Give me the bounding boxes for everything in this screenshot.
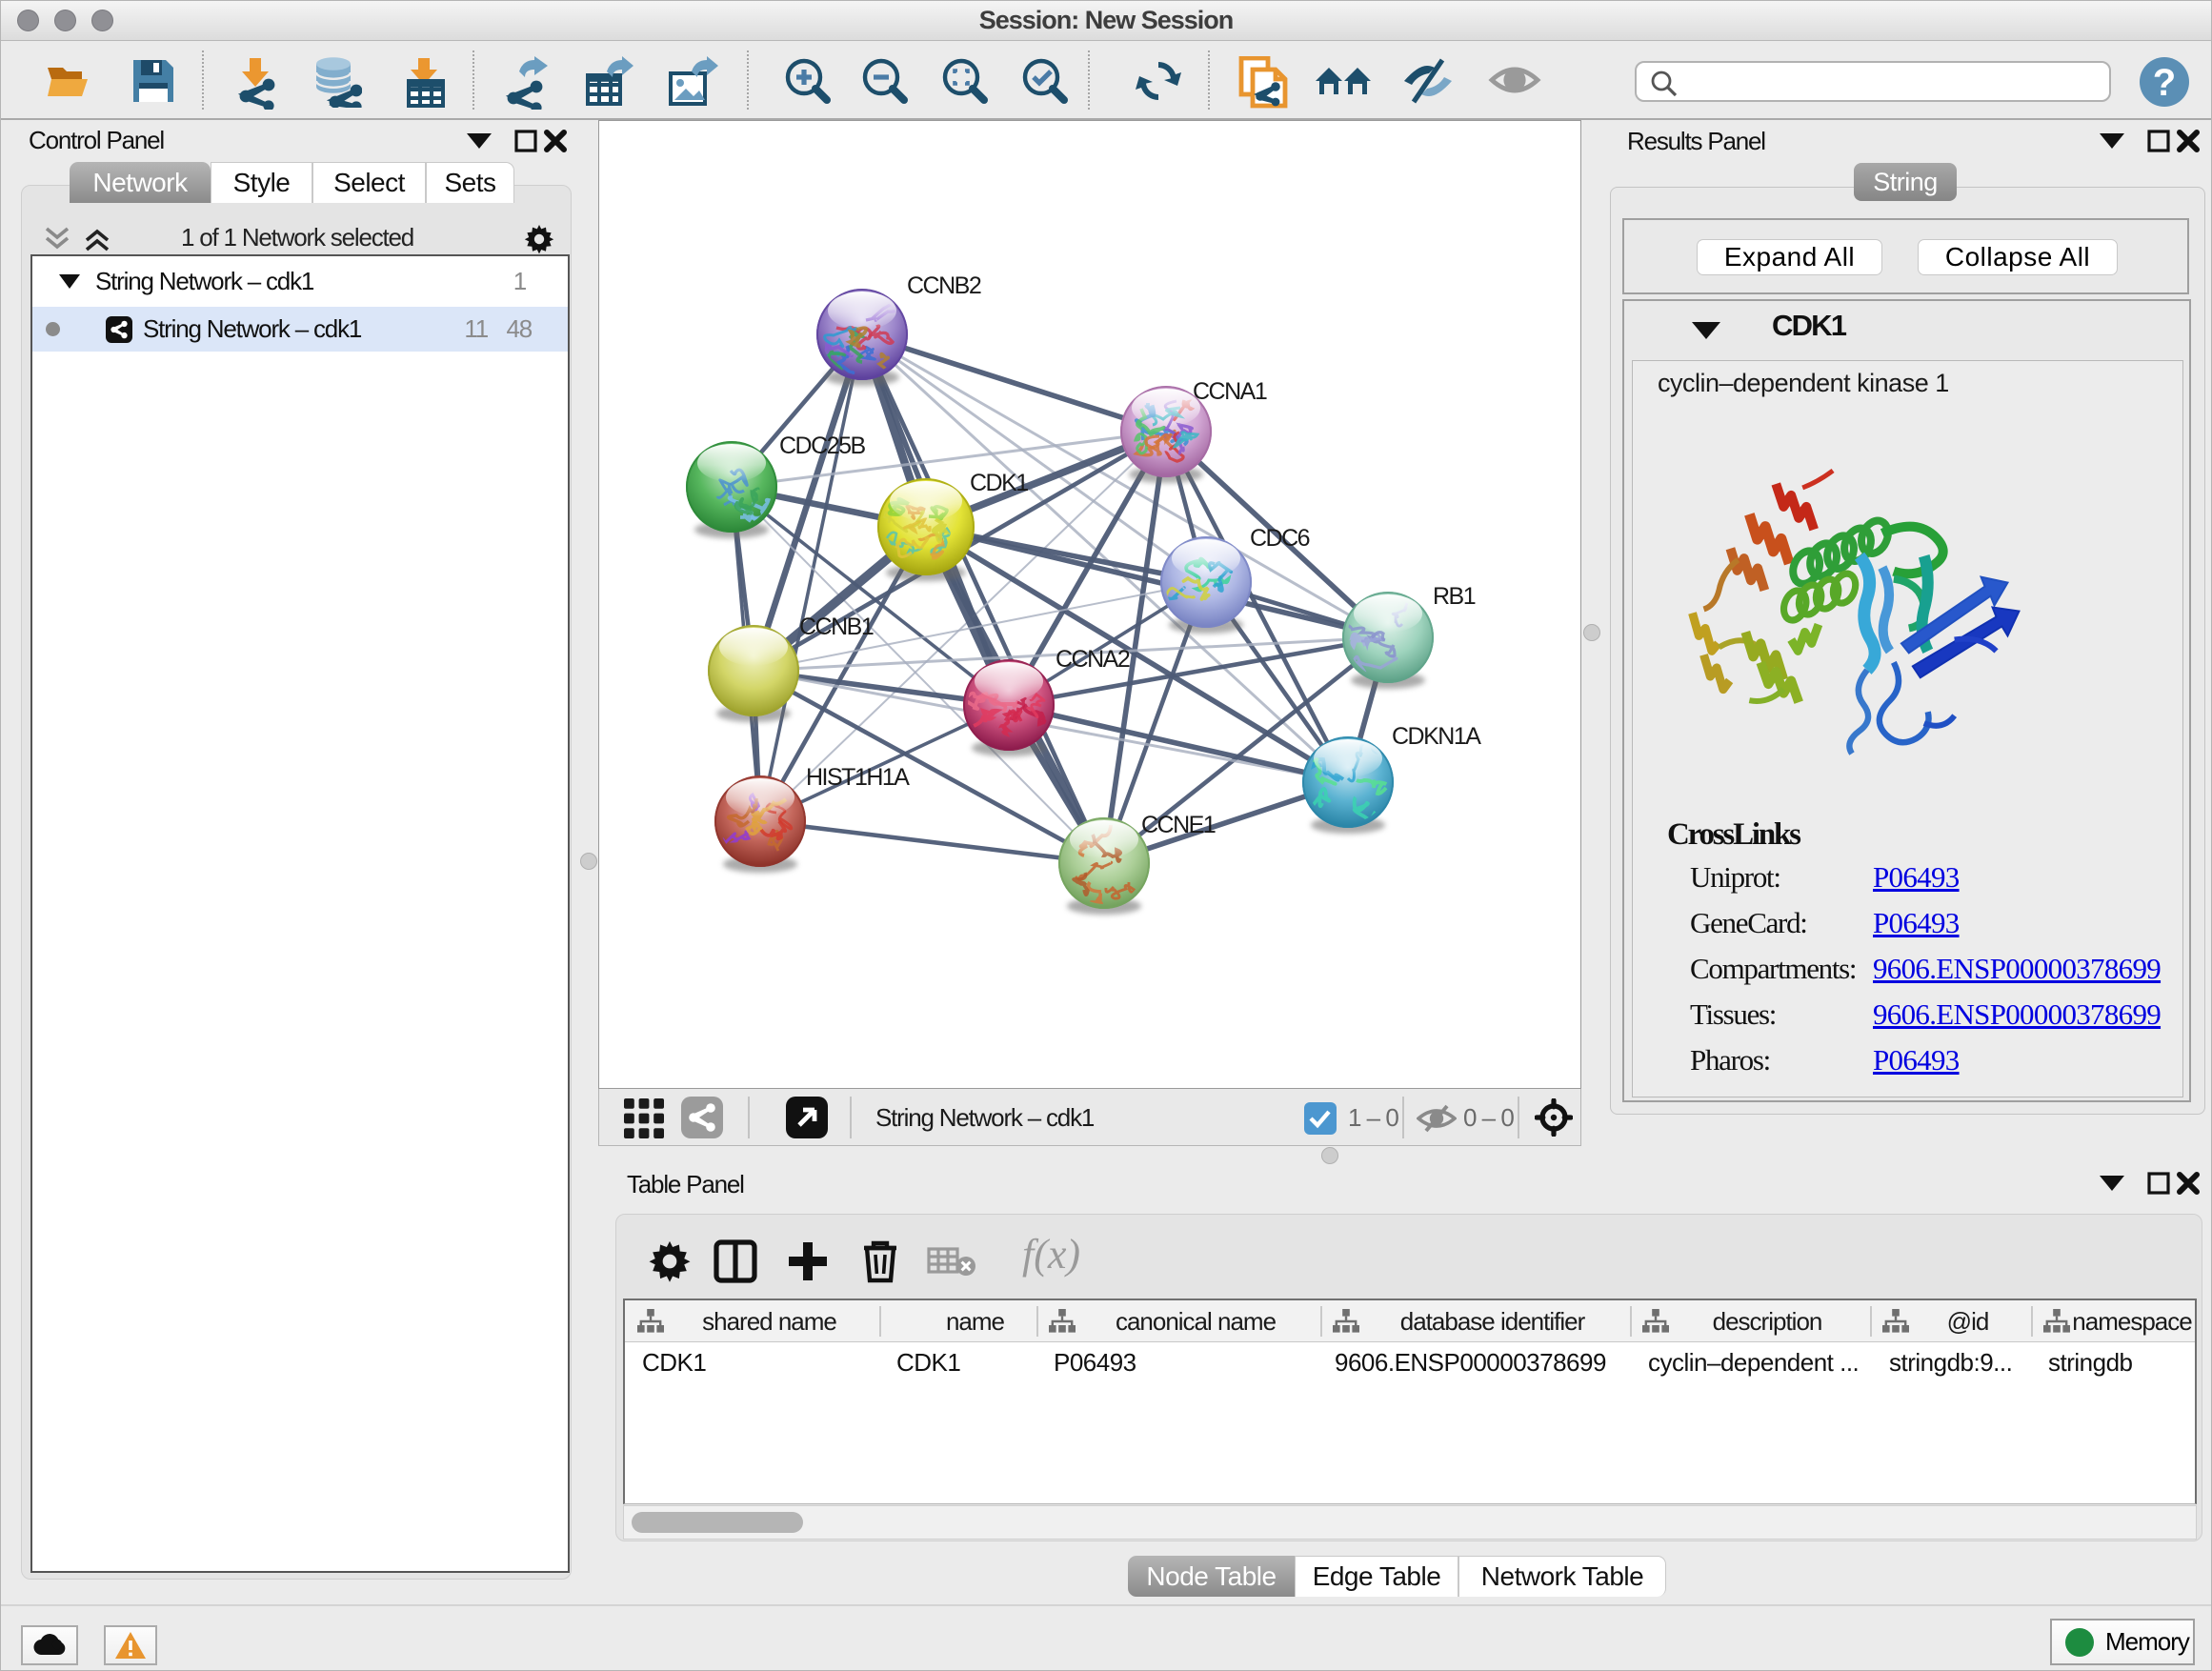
svg-text:CCNB1: CCNB1 (799, 614, 874, 640)
svg-text:CCNE1: CCNE1 (1141, 812, 1216, 838)
svg-text:CCNA2: CCNA2 (1056, 646, 1130, 673)
svg-text:CCNA1: CCNA1 (1193, 378, 1267, 405)
svg-text:CDK1: CDK1 (970, 470, 1028, 496)
svg-text:RB1: RB1 (1433, 583, 1476, 610)
svg-text:CCNB2: CCNB2 (907, 272, 981, 299)
svg-text:CDC25B: CDC25B (779, 433, 865, 459)
svg-text:CDC6: CDC6 (1250, 525, 1310, 552)
svg-text:CDKN1A: CDKN1A (1392, 723, 1481, 750)
svg-text:?: ? (2153, 62, 2176, 104)
svg-text:HIST1H1A: HIST1H1A (806, 764, 910, 791)
